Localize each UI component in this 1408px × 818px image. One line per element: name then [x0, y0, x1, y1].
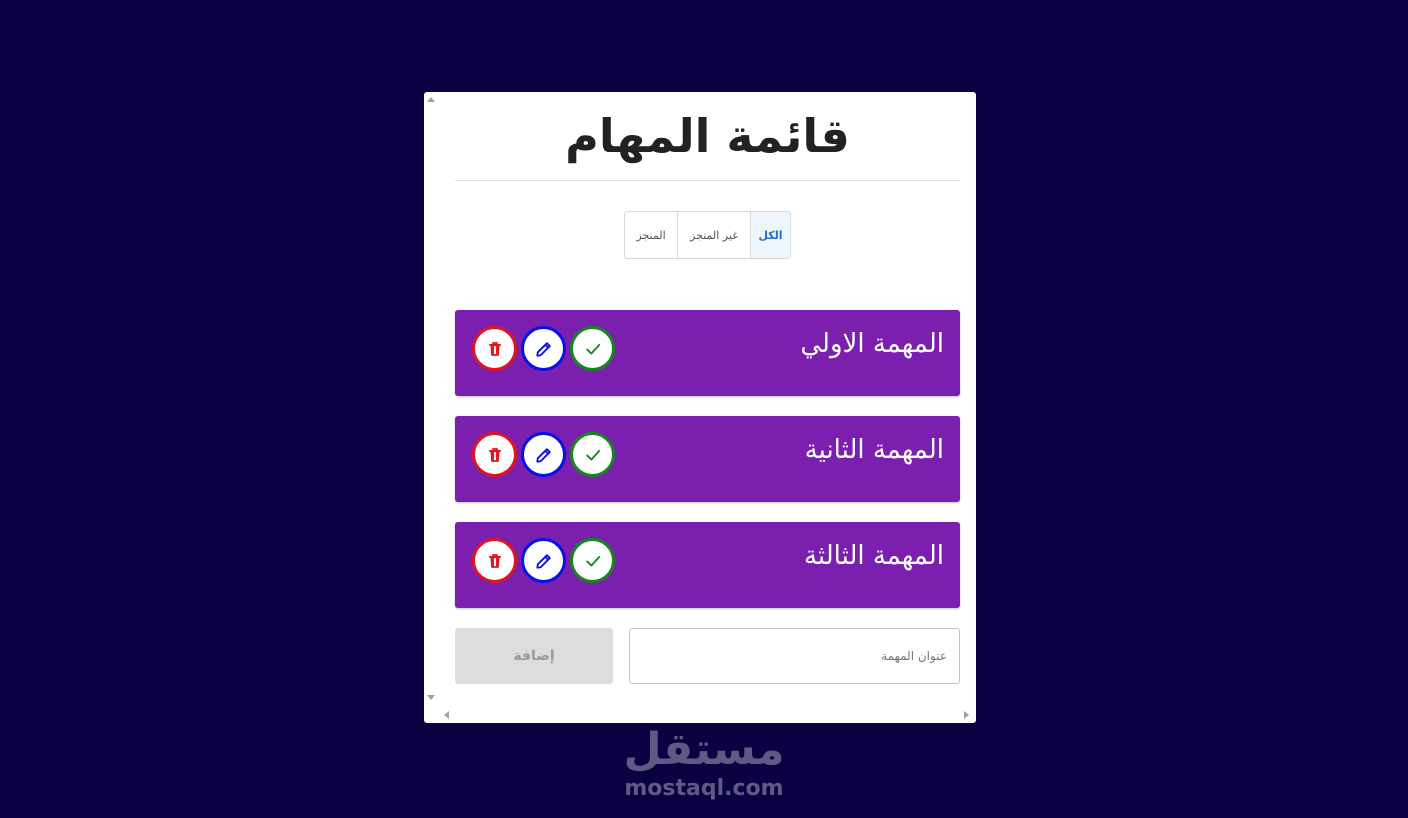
delete-task-button[interactable]	[472, 538, 517, 583]
scroll-left-arrow[interactable]	[444, 711, 449, 719]
filter-tabs: المنجز غير المنجز الكل	[624, 211, 791, 259]
add-task-button[interactable]: إضافة	[455, 628, 613, 684]
edit-task-button[interactable]	[521, 538, 566, 583]
watermark-logo: مستقل mostaql.com	[604, 722, 804, 800]
pencil-icon	[535, 553, 551, 569]
check-icon	[585, 555, 600, 566]
scroll-down-arrow[interactable]	[427, 695, 435, 700]
watermark-latin: mostaql.com	[624, 776, 784, 801]
task-actions	[472, 326, 615, 371]
complete-task-button[interactable]	[570, 432, 615, 477]
watermark-arabic: مستقل	[623, 724, 785, 775]
todo-card: قائمة المهام المنجز غير المنجز الكل المه…	[424, 92, 976, 723]
task-actions	[472, 432, 615, 477]
task-item: المهمة الثانية	[455, 416, 960, 502]
task-item: المهمة الثالثة	[455, 522, 960, 608]
task-item: المهمة الاولي	[455, 310, 960, 396]
check-icon	[585, 449, 600, 460]
tab-done[interactable]: المنجز	[625, 212, 677, 258]
check-icon	[585, 343, 600, 354]
task-title-input[interactable]	[629, 628, 960, 684]
delete-task-button[interactable]	[472, 432, 517, 477]
edit-task-button[interactable]	[521, 326, 566, 371]
edit-task-button[interactable]	[521, 432, 566, 477]
task-title: المهمة الثانية	[804, 435, 944, 465]
task-title: المهمة الاولي	[800, 329, 944, 359]
tab-undone[interactable]: غير المنجز	[677, 212, 750, 258]
task-title: المهمة الثالثة	[803, 541, 944, 571]
delete-task-button[interactable]	[472, 326, 517, 371]
trash-icon	[488, 341, 501, 356]
complete-task-button[interactable]	[570, 326, 615, 371]
page-title: قائمة المهام	[565, 109, 850, 163]
task-actions	[472, 538, 615, 583]
title-divider	[455, 180, 960, 181]
scroll-right-arrow[interactable]	[964, 711, 969, 719]
trash-icon	[488, 447, 501, 462]
pencil-icon	[535, 341, 551, 357]
pencil-icon	[535, 447, 551, 463]
scroll-up-arrow[interactable]	[427, 97, 435, 102]
tab-all[interactable]: الكل	[750, 212, 790, 258]
trash-icon	[488, 553, 501, 568]
complete-task-button[interactable]	[570, 538, 615, 583]
